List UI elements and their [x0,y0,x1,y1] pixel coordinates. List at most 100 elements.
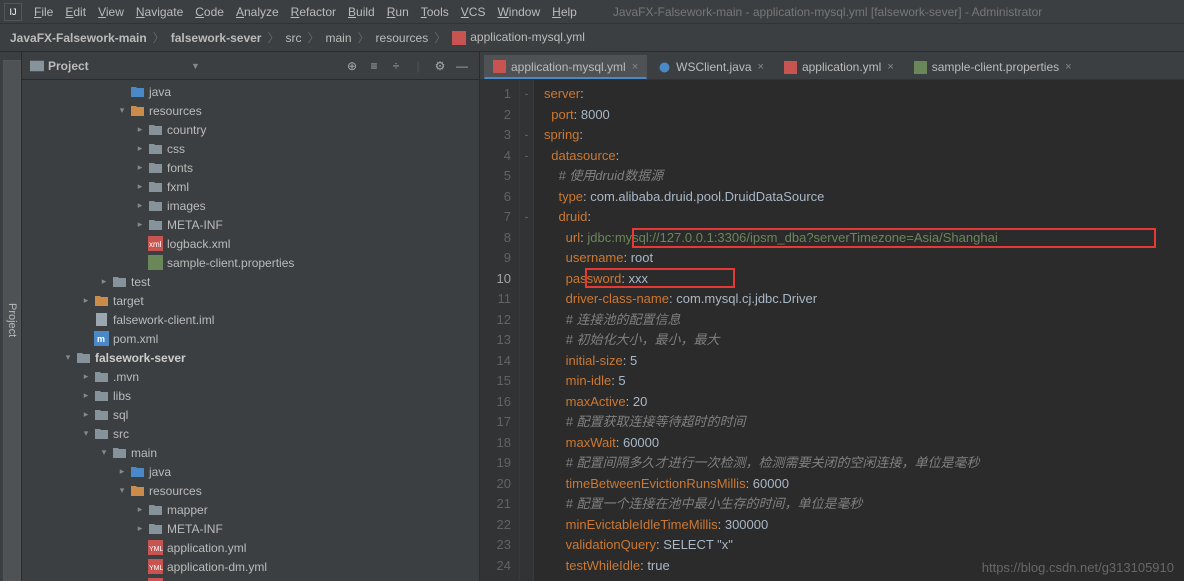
close-icon[interactable]: × [887,61,893,73]
tree-item[interactable]: ▸fonts [22,158,479,177]
close-icon[interactable]: × [1065,61,1071,73]
menu-file[interactable]: File [28,5,59,19]
code-line[interactable]: password: xxx [544,269,1184,290]
tree-item[interactable]: YMLapplication.yml [22,538,479,557]
code-line[interactable]: timeBetweenEvictionRunsMillis: 60000 [544,474,1184,495]
breadcrumb-item[interactable]: application-mysql.yml [450,30,587,45]
code-line[interactable]: server: [544,84,1184,105]
tree-item[interactable]: ▸mapper [22,500,479,519]
tree-chevron[interactable]: ▸ [98,276,110,287]
tree-item[interactable]: YMLapplication-dm.yml [22,557,479,576]
tree-chevron[interactable]: ▸ [134,124,146,135]
tree-chevron[interactable]: ▸ [134,162,146,173]
close-icon[interactable]: × [758,61,764,73]
code-line[interactable]: port: 8000 [544,105,1184,126]
menu-window[interactable]: Window [491,5,546,19]
expand-all-icon[interactable]: ≡ [365,57,383,75]
tree-chevron[interactable]: ▾ [80,428,92,439]
tree-chevron[interactable]: ▾ [62,352,74,363]
tree-item[interactable]: ▸META-INF [22,215,479,234]
menu-tools[interactable]: Tools [415,5,455,19]
tree-chevron[interactable]: ▾ [116,485,128,496]
editor-tab[interactable]: WSClient.java× [649,55,773,79]
tree-item[interactable]: ▸target [22,291,479,310]
menu-code[interactable]: Code [189,5,230,19]
tree-chevron[interactable]: ▸ [80,295,92,306]
tree-chevron[interactable]: ▾ [116,105,128,116]
code-line[interactable]: maxWait: 60000 [544,433,1184,454]
tree-item[interactable]: ▾src [22,424,479,443]
menu-vcs[interactable]: VCS [455,5,492,19]
code-line[interactable]: maxActive: 20 [544,392,1184,413]
code-line[interactable]: initial-size: 5 [544,351,1184,372]
code-line[interactable]: type: com.alibaba.druid.pool.DruidDataSo… [544,187,1184,208]
tree-item[interactable]: ▾resources [22,481,479,500]
code-text[interactable]: server: port: 8000spring: datasource: # … [534,80,1184,581]
project-tool-tab[interactable]: Project [3,60,21,581]
breadcrumb-item[interactable]: main [324,31,354,45]
tree-item[interactable]: ▸test [22,272,479,291]
tree-chevron[interactable]: ▸ [80,371,92,382]
tree-item[interactable]: ▸sql [22,405,479,424]
breadcrumb-item[interactable]: resources [374,31,431,45]
tree-item[interactable]: ▸libs [22,386,479,405]
tree-chevron[interactable]: ▸ [134,181,146,192]
tree-item[interactable]: java [22,82,479,101]
code-line[interactable]: minEvictableIdleTimeMillis: 300000 [544,515,1184,536]
tree-item[interactable]: ▸META-INF [22,519,479,538]
tree-chevron[interactable]: ▸ [134,523,146,534]
collapse-all-icon[interactable]: ÷ [387,57,405,75]
tree-item[interactable]: ▸country [22,120,479,139]
tree-item[interactable]: sample-client.properties [22,253,479,272]
tree-item[interactable]: ▾main [22,443,479,462]
code-line[interactable]: username: root [544,248,1184,269]
fold-column[interactable]: ---- [520,80,534,581]
menu-navigate[interactable]: Navigate [130,5,189,19]
close-icon[interactable]: × [632,61,638,73]
tree-item[interactable]: ▸images [22,196,479,215]
tree-chevron[interactable]: ▸ [80,390,92,401]
tree-item[interactable]: ▾falsework-sever [22,348,479,367]
code-line[interactable]: validationQuery: SELECT "x" [544,535,1184,556]
tree-item[interactable]: ▸.mvn [22,367,479,386]
tree-item[interactable]: falsework-client.iml [22,310,479,329]
menu-refactor[interactable]: Refactor [285,5,342,19]
tree-chevron[interactable]: ▸ [134,504,146,515]
code-line[interactable]: # 连接池的配置信息 [544,310,1184,331]
breadcrumb-item[interactable]: src [284,31,304,45]
code-line[interactable]: spring: [544,125,1184,146]
tree-item[interactable]: mpom.xml [22,329,479,348]
code-line[interactable]: min-idle: 5 [544,371,1184,392]
breadcrumb-item[interactable]: falsework-sever [169,31,264,45]
tree-chevron[interactable]: ▸ [134,200,146,211]
tree-item[interactable]: ▸fxml [22,177,479,196]
menu-edit[interactable]: Edit [59,5,92,19]
menu-help[interactable]: Help [546,5,583,19]
tree-item[interactable]: YMLapplication-mysql.yml [22,576,479,581]
code-line[interactable]: datasource: [544,146,1184,167]
menu-run[interactable]: Run [381,5,415,19]
breadcrumb-item[interactable]: JavaFX-Falsework-main [8,31,149,45]
gear-icon[interactable]: ⚙ [431,57,449,75]
tree-item[interactable]: ▸css [22,139,479,158]
hide-icon[interactable]: — [453,57,471,75]
code-line[interactable]: # 配置获取连接等待超时的时间 [544,412,1184,433]
locate-icon[interactable]: ⊕ [343,57,361,75]
tree-chevron[interactable]: ▸ [134,219,146,230]
chevron-down-icon[interactable]: ▼ [191,61,200,71]
menu-view[interactable]: View [92,5,130,19]
editor-tab[interactable]: application.yml× [775,55,903,79]
code-editor[interactable]: 123456789101112131415161718192021222324 … [480,80,1184,581]
code-line[interactable]: driver-class-name: com.mysql.cj.jdbc.Dri… [544,289,1184,310]
left-tool-strip[interactable]: Project [0,52,22,581]
code-line[interactable]: # 使用druid数据源 [544,166,1184,187]
project-tree[interactable]: java ▾resources ▸country▸css▸fonts▸fxml▸im… [22,80,479,581]
tree-item[interactable]: xmllogback.xml [22,234,479,253]
editor-tab[interactable]: application-mysql.yml× [484,55,647,79]
tree-chevron[interactable]: ▸ [80,409,92,420]
code-line[interactable]: druid: [544,207,1184,228]
code-line[interactable]: # 配置间隔多久才进行一次检测，检测需要关闭的空闲连接，单位是毫秒 [544,453,1184,474]
tree-item[interactable]: ▸java [22,462,479,481]
menu-build[interactable]: Build [342,5,381,19]
tree-chevron[interactable]: ▸ [134,143,146,154]
